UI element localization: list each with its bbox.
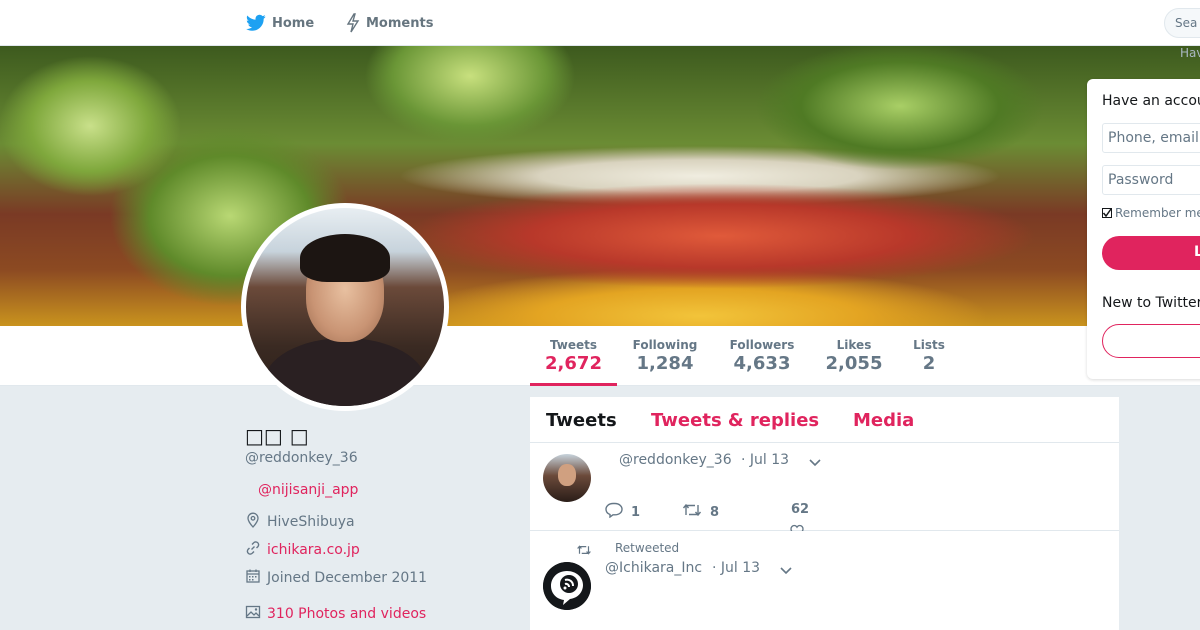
retweet-count: 8 — [710, 504, 720, 520]
tweet-avatar[interactable] — [543, 454, 591, 502]
tweet-date[interactable]: · Jul 13 — [712, 560, 760, 576]
timeline-tabs: Tweets Tweets & replies Media — [530, 397, 1119, 443]
stat-lists[interactable]: Lists 2 — [908, 326, 950, 386]
nav-home[interactable]: Home — [246, 0, 314, 46]
password-input[interactable]: Password — [1102, 165, 1200, 195]
stat-followers[interactable]: Followers 4,633 — [727, 326, 797, 386]
profile-website: ichikara.co.jp — [245, 539, 360, 561]
tweet-handle[interactable]: @reddonkey_36 — [619, 452, 732, 468]
phone-email-input[interactable]: Phone, email, — [1102, 123, 1200, 153]
location-icon — [245, 512, 261, 532]
stat-value: 1,284 — [636, 353, 694, 374]
stat-value: 4,633 — [733, 353, 791, 374]
profile-location: HiveShibuya — [245, 511, 355, 533]
retweet-icon — [682, 502, 702, 522]
new-to-twitter-label: New to Twitter — [1102, 295, 1200, 311]
tweet-item[interactable]: @reddonkey_36 · Jul 13 1 8 62 — [530, 443, 1119, 531]
stat-label: Tweets — [549, 338, 598, 352]
bio-mention-link[interactable]: @nijisanji_app — [258, 482, 358, 498]
joined-text: Joined December 2011 — [267, 570, 428, 586]
stat-label: Following — [632, 338, 698, 352]
have-account-snippet: Hav — [1180, 46, 1200, 60]
chevron-down-icon[interactable] — [779, 562, 793, 576]
lightning-icon — [346, 13, 360, 33]
avatar-photo — [246, 208, 444, 406]
photos-link[interactable]: 310 Photos and videos — [267, 606, 426, 622]
stat-value: 2 — [922, 353, 936, 374]
website-link[interactable]: ichikara.co.jp — [267, 542, 360, 558]
reply-action[interactable]: 1 — [605, 502, 640, 522]
timeline: Tweets Tweets & replies Media @reddonkey… — [530, 397, 1119, 630]
remember-checkbox[interactable] — [1102, 208, 1112, 218]
profile-handle: @reddonkey_36 — [245, 450, 358, 466]
login-button[interactable]: L — [1102, 236, 1200, 270]
stat-label: Likes — [836, 338, 872, 352]
stat-value: 2,055 — [825, 353, 883, 374]
profile-avatar[interactable] — [241, 203, 449, 411]
tweet-avatar[interactable] — [543, 562, 591, 610]
chevron-down-icon[interactable] — [808, 454, 822, 468]
top-nav: Home Moments Sea — [0, 0, 1200, 46]
like-action[interactable]: 62 — [791, 502, 809, 517]
login-title: Have an accou — [1102, 93, 1200, 109]
reply-count: 1 — [631, 504, 641, 520]
profile-photos: 310 Photos and videos — [245, 603, 426, 625]
tweet-date[interactable]: · Jul 13 — [741, 452, 789, 468]
nav-moments-label: Moments — [366, 15, 434, 31]
image-icon — [245, 604, 261, 624]
twitter-bird-icon — [246, 14, 266, 32]
login-card: Have an accou Phone, email, Password Rem… — [1087, 79, 1200, 379]
tweet-item[interactable]: Retweeted @Ichikara_Inc · Jul 13 — [530, 531, 1119, 630]
retweet-icon — [576, 541, 592, 560]
profile-banner — [0, 46, 1200, 326]
calendar-icon — [245, 568, 261, 588]
profile-nav: Tweets 2,672 Following 1,284 Followers 4… — [0, 326, 1200, 386]
stat-label: Followers — [729, 338, 795, 352]
remember-me[interactable]: Remember me — [1102, 206, 1200, 220]
profile-name: □□ □ — [245, 424, 309, 448]
signup-button[interactable]: Si — [1102, 324, 1200, 358]
retweet-action[interactable]: 8 — [682, 502, 719, 522]
stat-label: Lists — [913, 338, 945, 352]
search-input[interactable]: Sea — [1164, 8, 1200, 38]
tab-media[interactable]: Media — [853, 410, 914, 431]
nav-moments[interactable]: Moments — [346, 0, 433, 46]
remember-label: Remember me — [1115, 206, 1200, 220]
retweeted-label: Retweeted — [615, 541, 680, 555]
stat-following[interactable]: Following 1,284 — [630, 326, 700, 386]
stat-tweets[interactable]: Tweets 2,672 — [530, 326, 617, 386]
like-count: 62 — [791, 502, 810, 517]
heart-icon[interactable] — [790, 523, 804, 531]
tweet-handle[interactable]: @Ichikara_Inc — [605, 560, 702, 576]
reply-icon — [605, 502, 623, 522]
stat-value: 2,672 — [545, 353, 602, 374]
tab-tweets[interactable]: Tweets — [546, 410, 617, 431]
link-icon — [245, 540, 261, 560]
tab-tweets-replies[interactable]: Tweets & replies — [651, 410, 819, 431]
stat-likes[interactable]: Likes 2,055 — [824, 326, 884, 386]
location-text: HiveShibuya — [267, 514, 355, 530]
profile-joined: Joined December 2011 — [245, 567, 427, 589]
nav-home-label: Home — [272, 15, 315, 31]
